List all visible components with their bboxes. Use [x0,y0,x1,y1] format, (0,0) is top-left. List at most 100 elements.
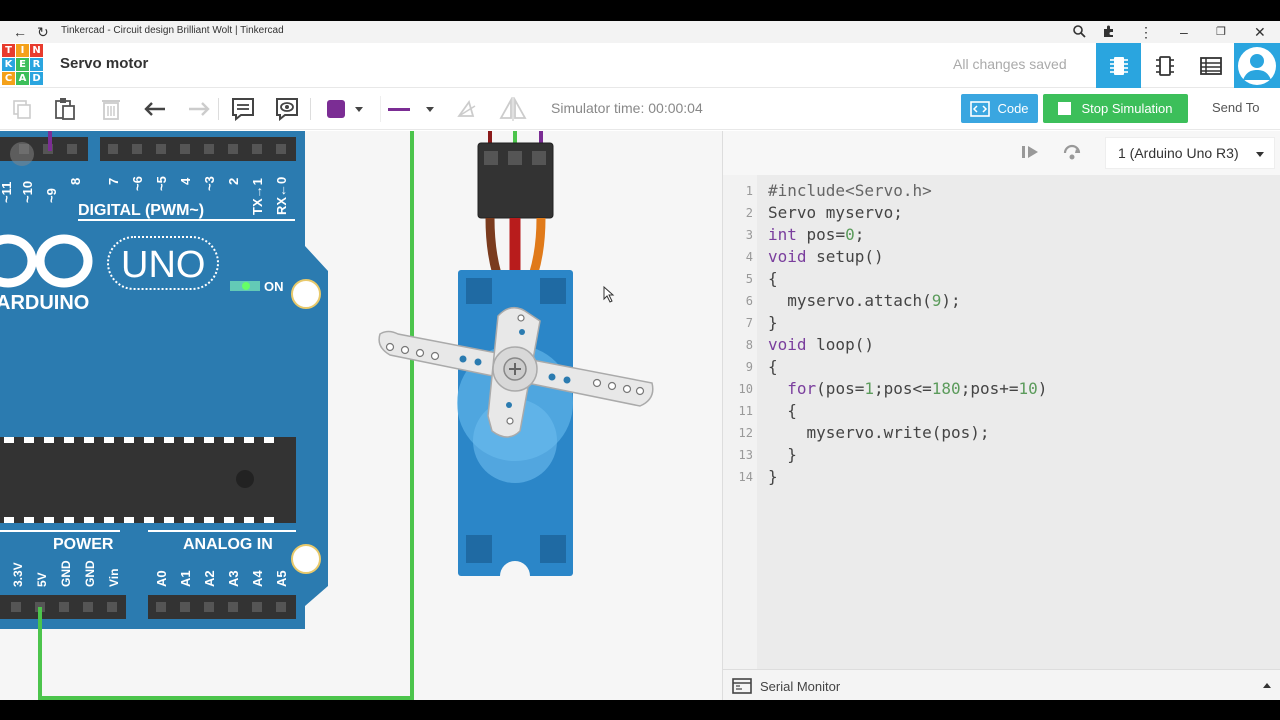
code-line[interactable]: { [768,357,778,376]
pin-label: GND [59,560,73,587]
line-number: 11 [738,404,753,418]
code-button[interactable]: Code [961,94,1038,123]
pin-label: 3.3V [11,562,25,587]
code-editor[interactable]: #include<Servo.h> Servo myservo; int pos=0… [757,175,1280,669]
code-panel-toolbar: 1 (Arduino Uno R3) [723,131,1280,175]
tinkercad-logo[interactable]: TIN KER CAD [2,44,43,86]
pin-label: A2 [202,570,217,587]
wire-color-picker[interactable] [380,96,440,122]
code-line[interactable]: { [768,401,797,420]
paste-icon [55,98,75,120]
logo-letter: A [16,72,29,85]
stop-simulation-button[interactable]: Stop Simulation [1043,94,1188,123]
board-model: UNO [121,244,205,286]
design-name[interactable]: Servo motor [60,55,148,72]
extensions-icon[interactable] [1102,24,1116,41]
redo-button[interactable] [186,96,212,122]
step-button[interactable] [1021,144,1039,165]
analog-header[interactable] [148,595,296,619]
component-list-button[interactable] [1188,43,1233,88]
copy-icon [13,100,31,119]
pin-label: Vin [107,569,121,587]
code-line[interactable]: void setup() [768,247,884,266]
servo-mount-tab [540,535,566,563]
code-token: ;pos+= [960,379,1019,398]
code-line[interactable]: } [768,445,797,464]
app-header: TIN KER CAD Servo motor All changes saved [0,43,1280,88]
line-number: 6 [745,294,753,308]
code-token: #include<Servo.h> [768,181,932,200]
code-line[interactable]: myservo.attach(9); [768,291,960,310]
back-arrow-icon[interactable]: ← [13,24,27,40]
mounting-hole [291,279,321,309]
code-token: myservo.write(pos); [768,423,990,442]
minimize-icon[interactable]: – [1180,24,1188,40]
notes-button[interactable] [230,96,256,122]
code-line[interactable]: { [768,269,778,288]
serial-monitor-bar[interactable]: Serial Monitor [723,669,1280,700]
step-over-button[interactable] [1062,143,1082,166]
stop-simulation-label: Stop Simulation [1081,101,1173,116]
send-to-button[interactable]: Send To [1212,100,1259,115]
chevron-up-icon[interactable] [1263,683,1271,688]
pin-label: 7 [106,178,121,185]
avatar-icon [1238,46,1276,85]
undo-button[interactable] [142,96,168,122]
chevron-down-icon [425,106,434,112]
undo-icon [144,102,165,116]
chevron-down-icon [355,106,363,112]
circuit-view-button[interactable] [1096,43,1141,88]
code-token: 1 [864,379,874,398]
fill-color-picker[interactable] [318,96,372,122]
reload-icon[interactable]: ↻ [37,24,49,40]
code-line[interactable]: myservo.write(pos); [768,423,990,442]
pin-label: GND [83,560,97,587]
code-token: 9 [931,291,942,310]
servo-horn[interactable] [378,307,654,438]
flip-button[interactable] [498,96,528,122]
code-line[interactable]: int pos=0; [768,225,864,244]
code-line[interactable]: for(pos=1;pos<=180;pos+=10) [768,379,1047,398]
code-token: 10 [1018,379,1038,398]
zoom-icon[interactable] [1072,24,1086,41]
pin-label: ~10 [20,181,35,203]
copy-button[interactable] [9,96,35,122]
line-number: 1 [745,184,753,198]
code-token: void [768,335,807,354]
rotate-button[interactable] [453,96,479,122]
delete-button[interactable] [98,96,124,122]
circuit-canvas[interactable]: ~11 ~10 ~9 8 7 ~6 ~5 4 ~3 2 TX→1 RX←0 DI… [0,131,722,700]
chevron-down-icon [1256,152,1264,157]
line-number: 3 [745,228,753,242]
line-number: 13 [738,448,753,462]
line-number: 4 [745,250,753,264]
line-number: 14 [738,470,753,484]
servo-mount-tab [466,278,492,304]
code-line[interactable]: Servo myservo; [768,203,903,222]
code-token: int [768,225,797,244]
code-token: { [768,401,797,420]
step-play-icon [1022,146,1038,158]
pin-label: A0 [154,570,169,587]
notes-visibility-button[interactable] [274,96,300,122]
top-black-bar [0,0,1280,21]
kebab-menu-icon[interactable]: ⋮ [1139,24,1153,40]
user-avatar[interactable] [1234,43,1280,88]
analog-label: ANALOG IN [183,536,273,553]
trash-icon [102,100,120,120]
mounting-hole [291,544,321,574]
close-icon[interactable]: ✕ [1254,24,1266,40]
serial-monitor-label: Serial Monitor [760,679,841,694]
code-line[interactable]: void loop() [768,335,874,354]
schematic-view-icon [1155,55,1174,76]
digital-header-right[interactable] [100,137,296,161]
restore-icon[interactable]: ❐ [1216,24,1226,40]
schematic-view-button[interactable] [1142,43,1187,88]
code-line[interactable]: #include<Servo.h> [768,181,932,200]
tab-title: Tinkercad - Circuit design Brilliant Wol… [61,25,284,36]
paste-button[interactable] [52,96,78,122]
code-line[interactable]: } [768,467,778,486]
board-select-value: 1 (Arduino Uno R3) [1118,145,1239,161]
code-line[interactable]: } [768,313,778,332]
board-select-dropdown[interactable]: 1 (Arduino Uno R3) [1105,137,1275,169]
